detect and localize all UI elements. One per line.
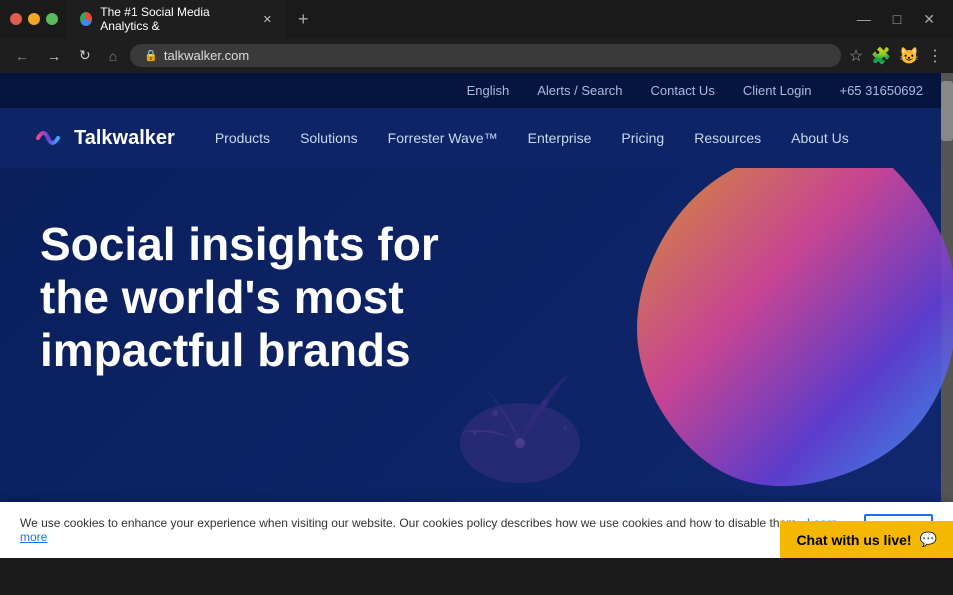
close-button[interactable]: ✕ (915, 9, 943, 30)
website: English Alerts / Search Contact Us Clien… (0, 73, 953, 558)
nav-about[interactable]: About Us (791, 130, 849, 146)
chat-label: Chat with us live! (796, 532, 911, 548)
tab-close-icon[interactable]: ✕ (263, 13, 272, 26)
back-button[interactable]: ← (10, 46, 34, 66)
nav-pricing[interactable]: Pricing (621, 130, 664, 146)
forward-button[interactable]: → (42, 46, 66, 66)
lock-icon: 🔒 (144, 49, 158, 62)
home-button[interactable]: ⌂ (104, 46, 122, 66)
utility-bar: English Alerts / Search Contact Us Clien… (0, 73, 953, 108)
new-tab-button[interactable]: + (294, 9, 313, 30)
menu-icon[interactable]: ⋮ (927, 46, 943, 66)
cookie-text: We use cookies to enhance your experienc… (20, 516, 848, 544)
hero-blob (573, 168, 953, 528)
logo-text: Talkwalker (74, 127, 175, 150)
profile-icon[interactable]: 😺 (899, 46, 919, 66)
english-link[interactable]: English (467, 83, 510, 98)
alerts-search-link[interactable]: Alerts / Search (537, 83, 622, 98)
url-text: talkwalker.com (164, 48, 249, 63)
browser-chrome: The #1 Social Media Analytics & ✕ + — □ … (0, 0, 953, 73)
page-content: English Alerts / Search Contact Us Clien… (0, 73, 953, 558)
cookie-bar: We use cookies to enhance your experienc… (0, 502, 953, 558)
address-bar-row: ← → ↻ ⌂ 🔒 talkwalker.com ☆ 🧩 😺 ⋮ (0, 38, 953, 73)
maximize-traffic-light[interactable] (46, 13, 58, 25)
plant-decoration (420, 303, 620, 503)
logo-icon (30, 120, 66, 156)
hero-section: Social insights for the world's most imp… (0, 168, 953, 543)
cookie-message: We use cookies to enhance your experienc… (20, 516, 800, 530)
extensions-icon[interactable]: 🧩 (871, 46, 891, 66)
close-traffic-light[interactable] (10, 13, 22, 25)
active-tab[interactable]: The #1 Social Media Analytics & ✕ (66, 0, 286, 39)
nav-forrester[interactable]: Forrester Wave™ (388, 130, 498, 146)
logo[interactable]: Talkwalker (30, 120, 175, 156)
contact-us-link[interactable]: Contact Us (651, 83, 715, 98)
tab-favicon (80, 12, 92, 26)
blob-svg (573, 168, 953, 528)
reload-button[interactable]: ↻ (74, 45, 96, 66)
traffic-lights (10, 13, 58, 25)
nav-solutions[interactable]: Solutions (300, 130, 358, 146)
tab-title: The #1 Social Media Analytics & (100, 5, 250, 33)
chat-button[interactable]: Chat with us live! 💬 (780, 521, 953, 558)
address-bar[interactable]: 🔒 talkwalker.com (130, 44, 841, 67)
client-login-link[interactable]: Client Login (743, 83, 812, 98)
phone-link[interactable]: +65 31650692 (839, 83, 923, 98)
nav-resources[interactable]: Resources (694, 130, 761, 146)
minimize-traffic-light[interactable] (28, 13, 40, 25)
main-nav: Talkwalker Products Solutions Forrester … (0, 108, 953, 168)
chat-icon: 💬 (920, 531, 937, 548)
nav-products[interactable]: Products (215, 130, 270, 146)
bookmark-icon[interactable]: ☆ (849, 46, 863, 66)
minimize-button[interactable]: — (849, 9, 879, 29)
title-bar: The #1 Social Media Analytics & ✕ + — □ … (0, 0, 953, 38)
scrollbar-thumb[interactable] (941, 81, 953, 141)
maximize-button[interactable]: □ (885, 9, 909, 29)
nav-enterprise[interactable]: Enterprise (528, 130, 592, 146)
toolbar-icons: ☆ 🧩 😺 ⋮ (849, 46, 943, 66)
window-controls: — □ ✕ (849, 9, 943, 30)
